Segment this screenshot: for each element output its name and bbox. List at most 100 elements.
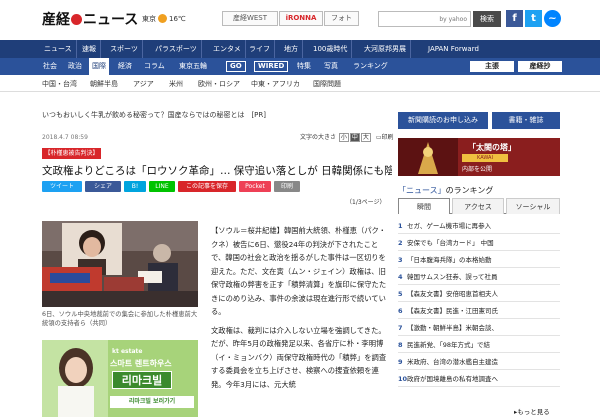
tower-graphic: [398, 138, 458, 176]
ranking-title: 「ニュース」のランキング: [398, 185, 493, 196]
nav3-item-americas[interactable]: 米州: [169, 79, 183, 89]
nav-item-para-sports[interactable]: パラスポーツ: [151, 40, 202, 58]
nav-item-breaking[interactable]: 速報: [78, 40, 101, 58]
font-size-small-button[interactable]: 小: [338, 133, 349, 142]
ad-cta-button[interactable]: 리마크빌 보러가기: [110, 396, 194, 408]
list-item[interactable]: 5 【森友文書】安倍昭恵首相夫人: [398, 286, 560, 302]
nav-item-regional[interactable]: 地方: [280, 40, 303, 58]
print-link[interactable]: ▭印刷: [376, 134, 394, 141]
nav2-item-photos[interactable]: 写真: [321, 58, 341, 75]
ranking-item-text: セガ、ゲーム機市場に再参入: [407, 222, 492, 230]
nav-item-life[interactable]: ライフ: [245, 40, 275, 58]
nav2-item-go[interactable]: GO: [226, 61, 246, 72]
ranking-more-link[interactable]: ▸もっと見る: [514, 406, 550, 416]
tab-instant[interactable]: 瞬間: [398, 198, 450, 214]
messenger-icon[interactable]: ~: [544, 10, 561, 27]
rank-number: 4: [398, 273, 403, 281]
ranking-category[interactable]: 「ニュース」: [398, 186, 446, 195]
nav3-item-china-taiwan[interactable]: 中国・台湾: [42, 79, 77, 89]
list-item[interactable]: 2 安保でも「台湾カード」 中国: [398, 235, 560, 251]
rank-number: 10: [398, 375, 408, 383]
more-label: もっと見る: [517, 408, 550, 416]
nav2-item-economy[interactable]: 経済: [115, 58, 135, 75]
save-article-button[interactable]: この記事を保存: [178, 181, 236, 192]
site-logo[interactable]: 産経 ニュース: [42, 9, 138, 29]
promo-link[interactable]: いつもおいしく牛乳が飲める秘密って？国産ならではの秘密とは [PR]: [42, 110, 266, 120]
sidebar-advertisement[interactable]: 「太閤の塔」 KAWAI 内部を公開: [398, 138, 560, 176]
facebook-icon[interactable]: f: [506, 10, 523, 27]
list-item[interactable]: 7 【激動・朝鮮半島】米朝会談、: [398, 320, 560, 336]
nav3-item-mideast-africa[interactable]: 中東・アフリカ: [251, 79, 300, 89]
nav-item-entertainment[interactable]: エンタメ: [209, 40, 246, 58]
article-photo[interactable]: [42, 221, 198, 307]
newspaper-subscribe-button[interactable]: 新聞購読のお申し込み: [398, 112, 488, 129]
primary-nav: ニュース 速報 スポーツ パラスポーツ エンタメ ライフ 地方 100歳時代 大…: [0, 40, 600, 58]
list-item[interactable]: 1 セガ、ゲーム機市場に再参入: [398, 218, 560, 234]
nav3-item-intl-issues[interactable]: 国際問題: [313, 79, 341, 89]
nav-item-sports[interactable]: スポーツ: [106, 40, 143, 58]
font-size-large-button[interactable]: 大: [360, 133, 371, 142]
search-input[interactable]: by yahoo: [378, 11, 471, 27]
nav2-item-politics[interactable]: 政治: [65, 58, 85, 75]
nav2-item-international[interactable]: 国際: [89, 58, 109, 75]
tab-access[interactable]: アクセス: [452, 198, 504, 214]
font-size-control: 文字の大きさ 小中大 ▭印刷: [300, 132, 394, 142]
rank-number: 9: [398, 358, 403, 366]
nav2-item-wired[interactable]: WIRED: [254, 61, 289, 72]
tab-social[interactable]: ソーシャル: [506, 198, 560, 214]
ad-tagline: 스마트 렌트하우스: [110, 359, 172, 368]
left-advertisement[interactable]: kt estate 스마트 렌트하우스 리마크빌 리마크빌 보러가기: [42, 340, 198, 417]
nav2-item-society[interactable]: 社会: [40, 58, 60, 75]
article-date: 2018.4.7 08:59: [42, 134, 88, 141]
nav-item-exhibition[interactable]: 大河原邦男展: [360, 40, 411, 58]
nav3-item-korea[interactable]: 朝鮮半島: [90, 79, 118, 89]
nav-item-japan-forward[interactable]: JAPAN Forward: [424, 40, 483, 58]
books-magazines-button[interactable]: 書籍・雑誌: [492, 112, 560, 129]
nav2-item-olympics[interactable]: 東京五輪: [176, 58, 210, 75]
nav2-item-sankeisho[interactable]: 産経抄: [518, 61, 562, 72]
ranking-item-text: 【森友文書】民進・江田憲司氏: [407, 307, 498, 315]
nav-item-news[interactable]: ニュース: [40, 40, 77, 58]
ranking-item-text: 安保でも「台湾カード」 中国: [407, 239, 494, 247]
page-indicator: （1/3ページ）: [346, 199, 386, 206]
rank-number: 3: [398, 256, 403, 264]
header-button-ironna[interactable]: iRONNA: [279, 11, 323, 26]
facebook-share-button[interactable]: シェア: [85, 181, 121, 192]
list-item[interactable]: 10政府が国境離島の私有地調査へ: [398, 371, 560, 387]
topic-tag[interactable]: 【朴槿恵被告判決】: [42, 148, 101, 159]
list-item[interactable]: 3 「日本腹海兵隊」の本格始動: [398, 252, 560, 268]
article-headline: 文政権よりどころは「ロウソク革命」… 保守追い落としが 日韓関係にも陰: [42, 165, 392, 177]
twitter-icon[interactable]: t: [525, 10, 542, 27]
rank-number: 1: [398, 222, 403, 230]
print-label: 印刷: [381, 134, 394, 141]
tweet-button[interactable]: ツイート: [42, 181, 82, 192]
nav2-item-ranking[interactable]: ランキング: [350, 58, 391, 75]
ranking-item-text: 韓国サムスン狂券、誤って社員: [407, 273, 498, 281]
ad-model-graphic: [42, 340, 108, 417]
list-item[interactable]: 8 民進新党、「98年方式」で結: [398, 337, 560, 353]
photo-caption: 6日、ソウル中央地裁前での集会に参加した朴槿恵前大統領の支持者ら（共同）: [42, 311, 198, 327]
pocket-button[interactable]: Pocket: [239, 181, 271, 192]
nav3-item-asia[interactable]: アジア: [133, 79, 154, 89]
header-button-photo[interactable]: フォト: [324, 11, 359, 26]
nav2-item-editorial[interactable]: 主張: [470, 61, 514, 72]
hatena-bookmark-button[interactable]: B!: [124, 181, 146, 192]
font-size-medium-button[interactable]: 中: [349, 133, 360, 142]
nav2-item-column[interactable]: コラム: [141, 58, 168, 75]
rank-number: 6: [398, 307, 403, 315]
search-button[interactable]: 検索: [473, 11, 501, 27]
logo-text-left: 産経: [42, 12, 70, 28]
line-share-button[interactable]: LINE: [149, 181, 175, 192]
list-item[interactable]: 4 韓国サムスン狂券、誤って社員: [398, 269, 560, 285]
nav-item-100years[interactable]: 100歳時代: [309, 40, 353, 58]
rank-number: 7: [398, 324, 403, 332]
list-item[interactable]: 6 【森友文書】民進・江田憲司氏: [398, 303, 560, 319]
nav3-item-europe-russia[interactable]: 欧州・ロシア: [198, 79, 240, 89]
weather-widget[interactable]: 東京 16℃: [142, 14, 186, 24]
nav2-item-features[interactable]: 特集: [294, 58, 314, 75]
ad-product: 리마크빌: [112, 371, 172, 389]
header-button-west[interactable]: 産経WEST: [222, 11, 278, 26]
sidebar-ad-title: 「太閤の塔」: [468, 143, 516, 152]
list-item[interactable]: 9 米政府、台湾の潜水艦自主建造: [398, 354, 560, 370]
print-share-button[interactable]: 印刷: [274, 181, 300, 192]
